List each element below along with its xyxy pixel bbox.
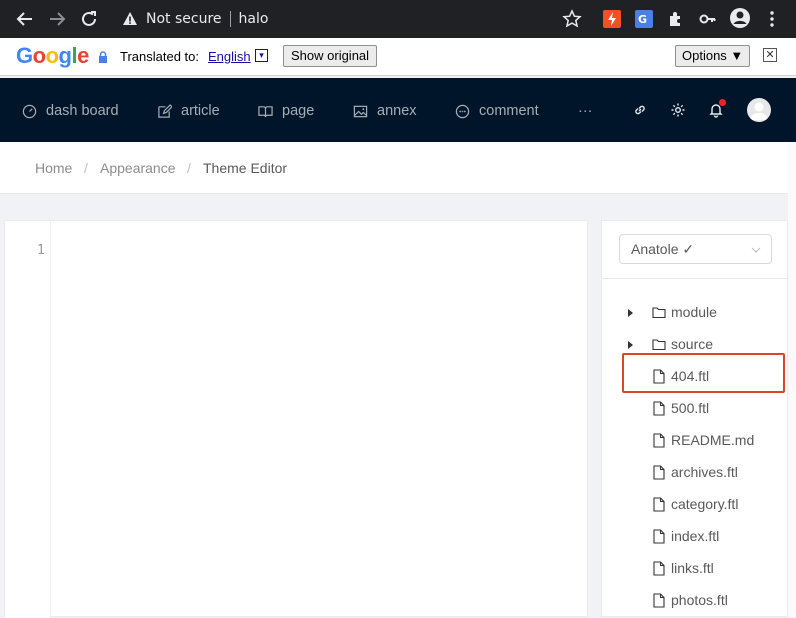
svg-text:G: G bbox=[638, 13, 647, 26]
show-original-button[interactable]: Show original bbox=[283, 45, 378, 67]
tree-item-label: README.md bbox=[671, 432, 755, 448]
extensions-puzzle-icon[interactable] bbox=[667, 10, 685, 28]
line-number: 1 bbox=[37, 243, 45, 258]
tree-item-links[interactable]: links.ftl bbox=[602, 553, 789, 585]
settings-gear-icon[interactable] bbox=[670, 102, 686, 118]
extension-lightning-icon[interactable] bbox=[603, 10, 621, 28]
bookmark-star-icon[interactable] bbox=[562, 9, 582, 29]
tree-item-readme[interactable]: README.md bbox=[602, 425, 789, 457]
file-icon bbox=[653, 465, 665, 480]
tree-item-photos[interactable]: photos.ftl bbox=[602, 585, 789, 617]
nav-label: dash board bbox=[46, 103, 119, 119]
menu-kebab-icon[interactable] bbox=[764, 10, 780, 28]
caret-right-icon[interactable] bbox=[628, 309, 633, 317]
tree-item-category[interactable]: category.ftl bbox=[602, 489, 789, 521]
nav-item-article[interactable]: article bbox=[157, 102, 220, 120]
comment-icon bbox=[455, 104, 470, 118]
nav-item-page[interactable]: page bbox=[258, 102, 314, 120]
close-translate-button[interactable]: ✕ bbox=[763, 48, 777, 62]
breadcrumb-theme-editor: Theme Editor bbox=[203, 160, 288, 176]
language-link[interactable]: English bbox=[208, 49, 251, 64]
file-icon bbox=[653, 561, 665, 576]
tree-item-label: 500.ftl bbox=[671, 400, 710, 416]
file-icon bbox=[653, 401, 665, 416]
tree-item-index[interactable]: index.ftl bbox=[602, 521, 789, 553]
image-icon bbox=[353, 105, 368, 117]
theme-select-value: Anatole ✓ bbox=[631, 241, 695, 257]
google-logo: Google bbox=[16, 43, 89, 68]
tree-item-500[interactable]: 500.ftl bbox=[602, 393, 789, 425]
tree-item-label: archives.ftl bbox=[671, 464, 738, 480]
file-icon bbox=[653, 433, 665, 448]
file-icon bbox=[653, 497, 665, 512]
dashboard-icon bbox=[22, 104, 37, 118]
file-icon bbox=[653, 593, 665, 608]
forward-icon[interactable] bbox=[46, 8, 68, 30]
selection-highlight bbox=[622, 353, 785, 393]
folder-icon bbox=[652, 339, 666, 351]
nav-label: article bbox=[181, 103, 220, 119]
nav-label: annex bbox=[377, 103, 417, 119]
breadcrumb-appearance[interactable]: Appearance bbox=[100, 160, 176, 176]
back-icon[interactable] bbox=[14, 8, 36, 30]
edit-icon bbox=[158, 103, 172, 118]
options-button[interactable]: Options ▼ bbox=[675, 45, 751, 67]
key-icon[interactable] bbox=[699, 10, 717, 28]
breadcrumb-home[interactable]: Home bbox=[35, 160, 72, 176]
folder-icon bbox=[652, 307, 666, 319]
breadcrumb-separator: / bbox=[84, 160, 88, 176]
tree-item-archives[interactable]: archives.ftl bbox=[602, 457, 789, 489]
tree-item-label: links.ftl bbox=[671, 560, 714, 576]
language-dropdown-icon[interactable]: ▾ bbox=[255, 49, 268, 62]
tree-item-label: source bbox=[671, 336, 714, 352]
nav-item-annex[interactable]: annex bbox=[353, 102, 417, 120]
breadcrumb: Home / Appearance / Theme Editor bbox=[0, 142, 788, 194]
nav-item-dashboard[interactable]: dash board bbox=[22, 102, 119, 120]
address-bar[interactable]: Not secure halo bbox=[112, 5, 590, 33]
tree-item-label: photos.ftl bbox=[671, 592, 728, 608]
tree-divider bbox=[602, 278, 789, 279]
nav-label: page bbox=[282, 103, 315, 119]
app-navbar: dash board article page annex comment ··… bbox=[0, 78, 796, 142]
code-editor[interactable]: 1 bbox=[4, 220, 588, 618]
profile-icon[interactable] bbox=[729, 7, 751, 29]
file-icon bbox=[653, 529, 665, 544]
caret-right-icon[interactable] bbox=[628, 341, 633, 349]
translated-to-label: Translated to: bbox=[120, 49, 200, 64]
breadcrumb-separator: / bbox=[187, 160, 191, 176]
book-icon bbox=[258, 105, 273, 117]
more-icon: ··· bbox=[578, 103, 593, 119]
browser-toolbar: Not secure halo G bbox=[0, 0, 796, 38]
lock-icon bbox=[99, 51, 107, 63]
line-number-gutter: 1 bbox=[5, 221, 51, 618]
url-text: halo bbox=[238, 11, 269, 27]
google-translate-icon[interactable]: G bbox=[635, 10, 653, 28]
nav-label: comment bbox=[479, 103, 539, 119]
warning-icon bbox=[123, 12, 137, 25]
user-avatar[interactable] bbox=[747, 98, 771, 122]
chevron-down-icon bbox=[751, 247, 761, 253]
reload-icon[interactable] bbox=[78, 8, 100, 30]
security-label: Not secure bbox=[146, 11, 222, 27]
theme-select[interactable]: Anatole ✓ bbox=[619, 234, 772, 264]
translate-bar: Google Translated to: English ▾ Show ori… bbox=[0, 38, 796, 76]
nav-item-more[interactable]: ··· bbox=[578, 102, 593, 120]
file-tree-panel: Anatole ✓ module source 404.ftl 500.ftl … bbox=[601, 220, 789, 617]
tree-item-label: module bbox=[671, 304, 717, 320]
tree-item-module[interactable]: module bbox=[602, 297, 789, 329]
nav-item-comment[interactable]: comment bbox=[455, 102, 539, 120]
notification-dot bbox=[719, 99, 726, 106]
page-scrollbar[interactable] bbox=[788, 142, 796, 617]
tree-item-label: category.ftl bbox=[671, 496, 739, 512]
tree-item-label: index.ftl bbox=[671, 528, 720, 544]
omnibox-separator bbox=[229, 11, 231, 27]
link-icon[interactable] bbox=[632, 102, 648, 118]
